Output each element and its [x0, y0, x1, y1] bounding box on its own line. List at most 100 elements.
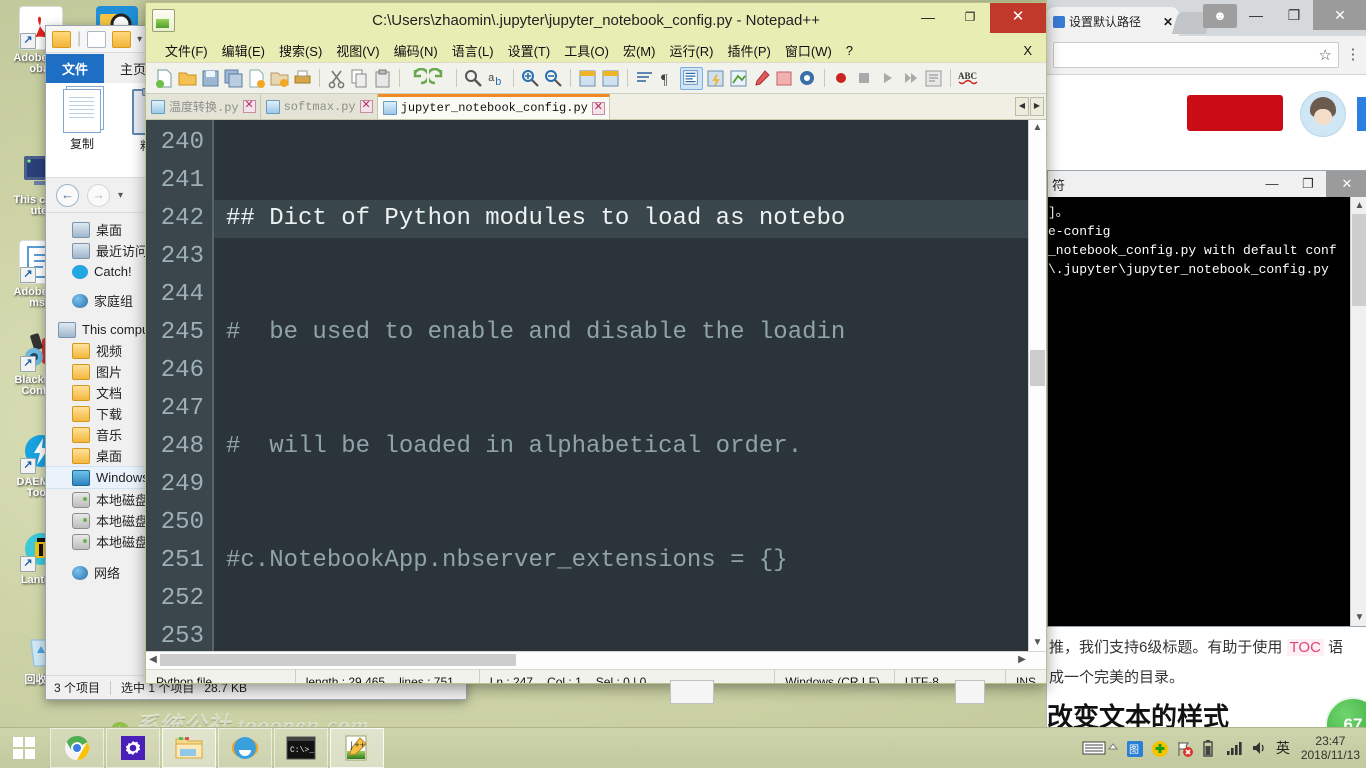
back-button[interactable]: ←	[56, 184, 79, 207]
save-as-icon[interactable]	[246, 68, 267, 89]
system-tray[interactable]: 图 英 23:47 2018/11/13	[1082, 734, 1366, 762]
editor-toolbar-widget-2[interactable]	[955, 680, 985, 704]
battery-icon[interactable]	[1201, 740, 1219, 756]
security-shield-icon[interactable]	[1151, 740, 1169, 756]
close-tab-icon[interactable]: ✕	[592, 102, 605, 115]
zoom-out-icon[interactable]	[543, 68, 564, 89]
scroll-up-icon[interactable]: ▲	[1029, 120, 1046, 136]
scroll-left-icon[interactable]: ◀	[146, 652, 160, 668]
taskbar-item-command-prompt[interactable]: C:\>_	[274, 728, 328, 768]
close-tab-icon[interactable]: ✕	[1163, 15, 1173, 29]
taskbar-item-file-explorer[interactable]	[162, 728, 216, 768]
editor-horizontal-scrollbar[interactable]: ◀ ▶	[146, 651, 1046, 669]
tab-scroll-buttons[interactable]: ◀ ▶	[1015, 97, 1044, 116]
show-hidden-icons-icon[interactable]	[1107, 740, 1119, 756]
chrome-maximize-button[interactable]: ❐	[1275, 0, 1313, 30]
menu-tools[interactable]: 工具(O)	[557, 39, 616, 62]
tab-file[interactable]: 文件	[46, 54, 104, 83]
indent-guide-icon[interactable]	[680, 67, 703, 90]
editor-area[interactable]: 240 241 242 243 244 245 246 247 248 249 …	[146, 120, 1046, 651]
scrollbar-thumb[interactable]	[160, 654, 516, 666]
start-button[interactable]	[0, 728, 48, 768]
menu-view[interactable]: 视图(V)	[329, 39, 386, 62]
editor-vertical-scrollbar[interactable]: ▲ ▼	[1028, 120, 1046, 651]
undo-icon[interactable]	[406, 68, 427, 89]
console-close-button[interactable]: ✕	[1326, 171, 1366, 197]
new-document-icon[interactable]	[87, 31, 106, 48]
menu-file[interactable]: 文件(F)	[158, 39, 215, 62]
taskbar-item-settings[interactable]	[106, 728, 160, 768]
profile-button[interactable]: ☻	[1203, 4, 1237, 28]
tab-scroll-left-icon[interactable]: ◀	[1015, 97, 1029, 116]
stop-macro-icon[interactable]	[854, 68, 875, 89]
word-wrap-icon[interactable]	[634, 68, 655, 89]
find-icon[interactable]	[463, 68, 484, 89]
play-macro-icon[interactable]	[877, 68, 898, 89]
scroll-right-icon[interactable]: ▶	[1015, 652, 1029, 668]
publish-article-button[interactable]	[1187, 95, 1283, 131]
menu-edit[interactable]: 编辑(E)	[215, 39, 272, 62]
document-tab[interactable]: 温度转换.py ✕	[146, 94, 261, 119]
scroll-down-icon[interactable]: ▼	[1351, 609, 1366, 626]
menu-language[interactable]: 语言(L)	[445, 39, 501, 62]
properties-folder-icon[interactable]	[112, 31, 131, 48]
function-list-icon[interactable]	[797, 68, 818, 89]
close-button[interactable]: ✕	[990, 3, 1046, 33]
menu-run[interactable]: 运行(R)	[662, 39, 720, 62]
color-picker-icon[interactable]	[751, 68, 772, 89]
command-prompt-window[interactable]: 符 — ❐ ✕ ]。e-config_notebook_config.py wi…	[1047, 170, 1366, 627]
user-avatar[interactable]	[1300, 91, 1346, 137]
redo-icon[interactable]	[429, 68, 450, 89]
chrome-browser-window[interactable]: 设置默认路径 ✕ ☻ — ❐ ✕ ☆ ⋮ 推，我们支持6级标题。有助于使用 TO…	[1046, 0, 1366, 740]
paste-icon[interactable]	[372, 68, 393, 89]
menu-macro[interactable]: 宏(M)	[616, 39, 663, 62]
cut-icon[interactable]	[326, 68, 347, 89]
volume-icon[interactable]	[1251, 740, 1269, 756]
address-bar[interactable]: ☆	[1053, 42, 1339, 68]
scrollbar-thumb[interactable]	[1352, 214, 1366, 306]
zoom-in-icon[interactable]	[520, 68, 541, 89]
taskbar-item-internet-explorer[interactable]	[218, 728, 272, 768]
close-tab-icon[interactable]: ✕	[360, 100, 373, 113]
ime-indicator[interactable]: 英	[1276, 738, 1290, 758]
menu-help[interactable]: ?	[839, 41, 860, 60]
bookmark-star-icon[interactable]: ☆	[1319, 46, 1332, 64]
menu-plugins[interactable]: 插件(P)	[721, 39, 778, 62]
menu-encoding[interactable]: 编码(N)	[387, 39, 445, 62]
print-icon[interactable]	[292, 68, 313, 89]
spell-check-icon[interactable]: ABC	[957, 68, 978, 89]
tab-scroll-right-icon[interactable]: ▶	[1030, 97, 1044, 116]
network-error-icon[interactable]	[1176, 740, 1194, 756]
code-text[interactable]: ## Dict of Python modules to load as not…	[214, 120, 1028, 651]
show-symbol-icon[interactable]	[728, 68, 749, 89]
menu-window[interactable]: 窗口(W)	[778, 39, 839, 62]
sogou-input-icon[interactable]: 图	[1126, 740, 1144, 756]
notepadpp-window[interactable]: C:\Users\zhaomin\.jupyter\jupyter_notebo…	[145, 2, 1047, 684]
document-map-icon[interactable]	[774, 68, 795, 89]
folder-icon[interactable]	[52, 31, 71, 48]
chrome-close-button[interactable]: ✕	[1313, 0, 1366, 30]
keyboard-icon[interactable]	[1082, 740, 1100, 756]
record-macro-icon[interactable]	[831, 68, 852, 89]
maximize-button[interactable]: ❐	[950, 3, 990, 33]
console-minimize-button[interactable]: —	[1254, 171, 1290, 197]
taskbar-clock[interactable]: 23:47 2018/11/13	[1297, 734, 1360, 762]
save-all-icon[interactable]	[223, 68, 244, 89]
signal-strength-icon[interactable]	[1226, 740, 1244, 756]
taskbar-item-notepadpp[interactable]: |++	[330, 728, 384, 768]
sync-scroll-horizontal-icon[interactable]	[600, 68, 621, 89]
scrollbar-thumb[interactable]	[1030, 350, 1045, 386]
new-file-icon[interactable]	[154, 68, 175, 89]
chrome-minimize-button[interactable]: —	[1237, 0, 1275, 30]
open-file-icon[interactable]	[177, 68, 198, 89]
copy-button[interactable]: 复制	[56, 89, 108, 152]
chevron-down-icon[interactable]: ▾	[137, 34, 142, 45]
console-scrollbar[interactable]: ▲ ▼	[1350, 197, 1366, 626]
menu-settings[interactable]: 设置(T)	[501, 39, 558, 62]
console-maximize-button[interactable]: ❐	[1290, 171, 1326, 197]
close-all-icon[interactable]	[269, 68, 290, 89]
recent-locations-icon[interactable]: ▾	[118, 190, 123, 201]
forward-button[interactable]: →	[87, 184, 110, 207]
copy-icon[interactable]	[349, 68, 370, 89]
sync-scroll-vertical-icon[interactable]	[577, 68, 598, 89]
